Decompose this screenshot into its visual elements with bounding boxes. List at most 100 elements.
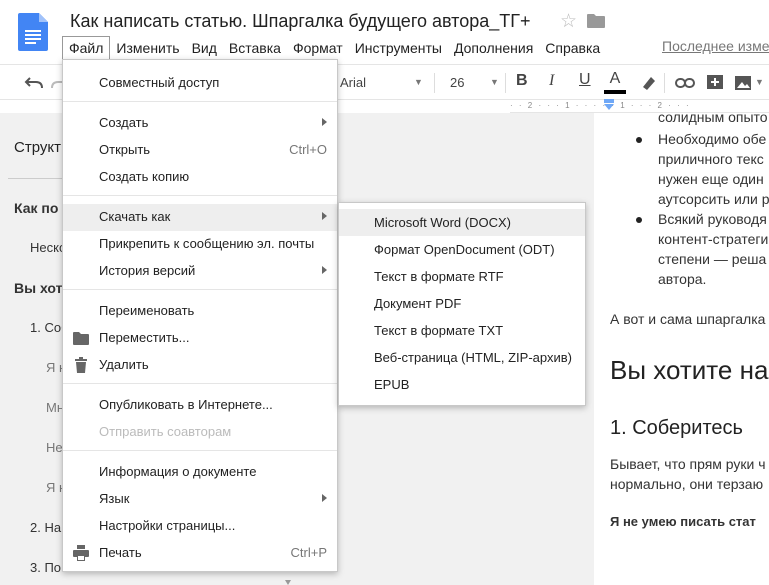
document-text-line[interactable]: аутсорсить или р [658,191,769,207]
download-format-label: Текст в формате TXT [374,323,504,338]
download-format-item[interactable]: Веб-страница (HTML, ZIP-архив) [339,344,585,371]
font-size-caret-icon[interactable]: ▼ [490,77,499,87]
add-comment-icon[interactable] [705,73,725,93]
file-menu-item[interactable]: Удалить [63,352,337,379]
document-text-line[interactable]: нормально, они терзаю [610,476,763,492]
link-icon[interactable] [675,73,695,93]
toolbar-divider [664,73,665,93]
text-color-button[interactable]: A [604,70,626,94]
file-menu-item: Отправить соавторам [63,419,337,446]
file-menu-item[interactable]: Настройки страницы... [63,513,337,540]
insert-image-icon[interactable] [733,73,753,93]
outline-item[interactable]: Не [46,440,63,455]
file-menu-item[interactable]: Открыть Ctrl+O [63,137,337,164]
document-text-line[interactable]: приличного текс [658,151,764,167]
toolbar-divider [434,73,435,93]
document-text-line[interactable]: нужен еще один [658,171,764,187]
document-text-line[interactable]: Бывает, что прям руки ч [610,456,766,472]
italic-button[interactable]: I [549,72,554,90]
menu-0[interactable]: Файл [62,36,111,60]
file-menu-item-label: Совместный доступ [99,75,220,90]
download-format-item[interactable]: Документ PDF [339,290,585,317]
image-caret-icon[interactable]: ▼ [755,77,764,87]
text-color-icon: A [609,70,621,87]
download-format-item[interactable]: Текст в формате RTF [339,263,585,290]
document-subheading[interactable]: 1. Соберитесь [610,417,743,440]
toolbar-divider [505,73,506,93]
menu-2[interactable]: Вид [186,36,223,60]
file-menu: Совместный доступ Создать Открыть Ctrl+O Соз… [62,59,338,572]
outline-item[interactable]: 2. На [30,520,61,535]
folder-icon[interactable] [587,14,605,28]
file-menu-item-label: Переместить... [99,330,190,345]
undo-icon[interactable] [24,74,44,90]
submenu-arrow-icon [322,212,327,220]
menu-separator [63,383,337,384]
outline-item[interactable]: Неско [30,240,66,255]
outline-item[interactable]: Как по [14,200,58,216]
underline-button[interactable]: U [579,71,591,89]
file-menu-item[interactable]: Язык [63,486,337,513]
download-as-submenu: Microsoft Word (DOCX) Формат OpenDocument… [338,202,586,406]
submenu-arrow-icon [322,118,327,126]
menu-separator [63,195,337,196]
highlight-icon[interactable] [638,73,658,93]
menu-3[interactable]: Вставка [223,36,287,60]
menubar: Файл Изменить Вид Вставка Формат Инструменты Д… [62,36,606,60]
file-menu-item[interactable]: Печать Ctrl+P [63,540,337,567]
menu-6[interactable]: Дополнения [448,36,539,60]
file-menu-item[interactable]: Переименовать [63,298,337,325]
file-menu-item[interactable]: Опубликовать в Интернете... [63,392,337,419]
document-text-line[interactable]: степени — реша [658,251,766,267]
file-menu-item[interactable]: Прикрепить к сообщению эл. почты [63,231,337,258]
file-menu-item-label: Создать [99,115,149,130]
document-text-line[interactable]: контент-стратеги [658,231,768,247]
document-text-line[interactable]: солидным опыто [658,109,768,125]
file-menu-item-label: Язык [99,491,130,506]
document-bold-line[interactable]: Я не умею писать стат [610,514,756,529]
download-format-label: Формат OpenDocument (ODT) [374,242,555,257]
document-text-line[interactable]: автора. [658,271,706,287]
bullet-point [636,217,642,223]
document-text-line[interactable]: Необходимо обе [658,131,766,147]
font-size-select[interactable]: 26 [450,75,464,90]
file-menu-item-label: Скачать как [99,209,171,224]
font-select[interactable]: Arial [340,75,366,90]
document-text-line[interactable]: А вот и сама шпаргалка [610,311,765,327]
document-text-line[interactable]: Всякий руководя [658,211,767,227]
bullet-point [636,137,642,143]
file-menu-item[interactable]: История версий [63,258,337,285]
download-format-item[interactable]: Microsoft Word (DOCX) [339,209,585,236]
indent-marker-icon[interactable] [603,99,615,111]
menu-1[interactable]: Изменить [110,36,185,60]
menu-5[interactable]: Инструменты [349,36,448,60]
folder-icon [73,330,89,346]
menu-4[interactable]: Формат [287,36,349,60]
download-format-item[interactable]: EPUB [339,371,585,398]
file-menu-item-label: Прикрепить к сообщению эл. почты [99,236,315,251]
file-menu-item-label: Открыть [99,142,151,157]
file-menu-item[interactable]: Создать копию [63,164,337,191]
file-menu-item[interactable]: Скачать как [63,204,337,231]
download-format-item[interactable]: Текст в формате TXT [339,317,585,344]
bold-button[interactable]: B [516,72,528,90]
download-format-label: EPUB [374,377,410,392]
document-heading[interactable]: Вы хотите на [610,355,768,386]
text-color-swatch [604,90,626,94]
last-edit-link[interactable]: Последнее изме [662,38,769,54]
document-title[interactable]: Как написать статью. Шпаргалка будущего … [70,11,531,32]
print-icon [73,545,89,561]
file-menu-item[interactable]: Информация о документе [63,459,337,486]
menu-separator [63,289,337,290]
outline-item[interactable]: 3. По [30,560,61,575]
menu-7[interactable]: Справка [539,36,606,60]
file-menu-item[interactable]: Совместный доступ [63,70,337,97]
outline-title: Структ [14,139,61,156]
docs-logo-icon[interactable] [18,13,48,51]
file-menu-item-label: Отправить соавторам [99,424,232,439]
file-menu-item[interactable]: Переместить... [63,325,337,352]
file-menu-item[interactable]: Создать [63,110,337,137]
font-caret-icon[interactable]: ▼ [414,77,423,87]
download-format-item[interactable]: Формат OpenDocument (ODT) [339,236,585,263]
star-icon[interactable]: ☆ [560,10,577,33]
